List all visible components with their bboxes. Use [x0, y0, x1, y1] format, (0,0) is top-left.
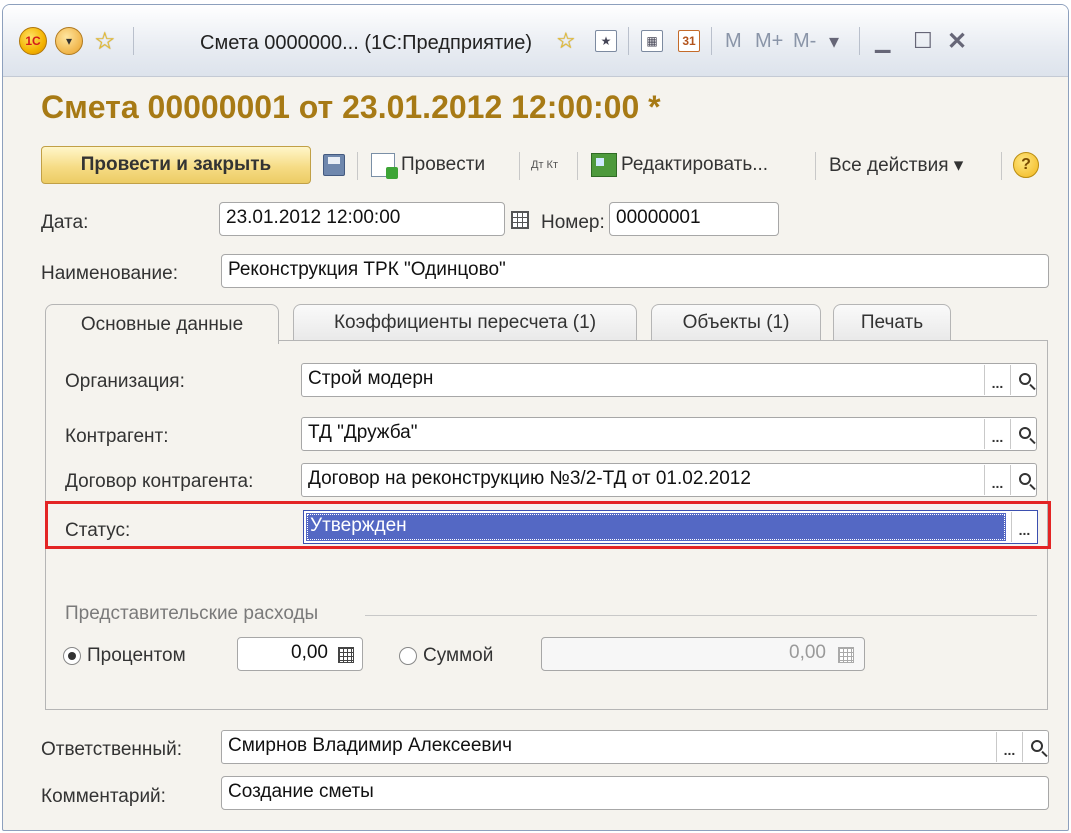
title-bar: 1С ▾ ☆ Смета 0000000... (1С:Предприятие)…: [3, 5, 1068, 77]
tab-objects[interactable]: Объекты (1): [651, 304, 821, 341]
contract-select-button[interactable]: ...: [984, 465, 1010, 495]
maximize-icon[interactable]: ☐: [913, 26, 933, 56]
memory-mplus-button[interactable]: M+: [755, 26, 783, 56]
memory-mminus-button[interactable]: M-: [793, 26, 816, 56]
organization-value: Строй модерн: [308, 368, 434, 389]
edit-button-label: Редактировать...: [621, 154, 769, 175]
organization-label: Организация:: [65, 371, 185, 392]
number-value: 00000001: [616, 207, 701, 228]
sum-value: 0,00: [789, 642, 826, 663]
responsible-field[interactable]: Смирнов Владимир Алексеевич ...: [221, 730, 1049, 764]
dtkt-movements-icon[interactable]: Дт Кт: [531, 148, 558, 182]
percent-radio[interactable]: [63, 647, 81, 665]
group-divider: [365, 615, 1037, 616]
responsible-select-button[interactable]: ...: [996, 732, 1022, 762]
name-field[interactable]: Реконструкция ТРК "Одинцово": [221, 254, 1049, 288]
document-window: 1С ▾ ☆ Смета 0000000... (1С:Предприятие)…: [2, 4, 1069, 831]
minimize-icon[interactable]: ▁: [875, 26, 890, 56]
contract-label: Договор контрагента:: [65, 471, 254, 492]
sum-calculator-icon: [835, 645, 857, 665]
help-button[interactable]: ?: [1013, 148, 1039, 182]
organization-field[interactable]: Строй модерн ...: [301, 363, 1037, 397]
calendar-icon[interactable]: 31: [678, 26, 700, 56]
contractor-select-button[interactable]: ...: [984, 419, 1010, 449]
dropdown-arrow-icon[interactable]: ▾: [829, 26, 839, 56]
post-button-label: Провести: [401, 154, 486, 175]
comment-field[interactable]: Создание сметы: [221, 776, 1049, 810]
responsible-value: Смирнов Владимир Алексеевич: [228, 735, 513, 756]
name-value: Реконструкция ТРК "Одинцово": [228, 259, 506, 280]
add-favorite-icon[interactable]: ☆: [556, 26, 576, 56]
tab-recalc-coefficients[interactable]: Коэффициенты пересчета (1): [293, 304, 637, 341]
memory-m-button[interactable]: M: [725, 26, 742, 56]
date-label: Дата:: [41, 212, 89, 233]
number-label: Номер:: [541, 212, 605, 233]
edit-button[interactable]: Редактировать...: [591, 148, 768, 182]
window-title: Смета 0000000... (1С:Предприятие): [200, 32, 533, 54]
percent-calculator-icon[interactable]: [335, 645, 357, 665]
percent-radio-label[interactable]: Процентом: [87, 645, 186, 667]
sum-field: 0,00: [541, 637, 865, 671]
tab-print[interactable]: Печать: [833, 304, 951, 341]
responsible-search-icon[interactable]: [1022, 732, 1048, 762]
contractor-search-icon[interactable]: [1010, 419, 1036, 449]
page-title: Смета 00000001 от 23.01.2012 12:00:00 *: [41, 89, 661, 125]
status-highlight-frame: [45, 501, 1051, 549]
all-actions-menu[interactable]: Все действия ▾: [829, 148, 963, 182]
contract-search-icon[interactable]: [1010, 465, 1036, 495]
name-label: Наименование:: [41, 263, 178, 284]
date-value: 23.01.2012 12:00:00: [226, 207, 401, 228]
comment-label: Комментарий:: [41, 786, 166, 807]
command-bar: Провести и закрыть Провести Дт Кт Редакт…: [41, 146, 1058, 186]
sum-radio-label[interactable]: Суммой: [423, 645, 493, 667]
post-button[interactable]: Провести: [371, 148, 485, 182]
post-document-icon: [371, 153, 398, 179]
responsible-label: Ответственный:: [41, 739, 182, 760]
organization-search-icon[interactable]: [1010, 365, 1036, 395]
rep-expenses-group-title: Представительские расходы: [65, 603, 319, 624]
sum-radio[interactable]: [399, 647, 417, 665]
contractor-value: ТД "Дружба": [308, 422, 418, 443]
calendar-picker-icon[interactable]: [509, 209, 531, 231]
contractor-label: Контрагент:: [65, 426, 169, 447]
bookmark-icon[interactable]: ★: [595, 26, 617, 56]
contract-value: Договор на реконструкцию №3/2-ТД от 01.0…: [308, 468, 751, 489]
organization-select-button[interactable]: ...: [984, 365, 1010, 395]
close-icon[interactable]: ✕: [947, 26, 967, 56]
calculator-icon[interactable]: ▦: [641, 26, 663, 56]
app-logo-icon[interactable]: 1С: [19, 26, 47, 56]
number-field[interactable]: 00000001: [609, 202, 779, 236]
contractor-field[interactable]: ТД "Дружба" ...: [301, 417, 1037, 451]
comment-value: Создание сметы: [228, 781, 374, 802]
save-icon[interactable]: [323, 148, 345, 182]
help-icon: ?: [1013, 152, 1039, 178]
favorites-star-icon[interactable]: ☆: [94, 26, 116, 56]
contract-field[interactable]: Договор на реконструкцию №3/2-ТД от 01.0…: [301, 463, 1037, 497]
edit-icon: [591, 153, 617, 177]
percent-value: 0,00: [291, 642, 328, 663]
post-and-close-button[interactable]: Провести и закрыть: [41, 146, 311, 184]
tab-main-data[interactable]: Основные данные: [45, 304, 279, 344]
main-menu-icon[interactable]: ▾: [55, 26, 83, 56]
date-field[interactable]: 23.01.2012 12:00:00: [219, 202, 505, 236]
